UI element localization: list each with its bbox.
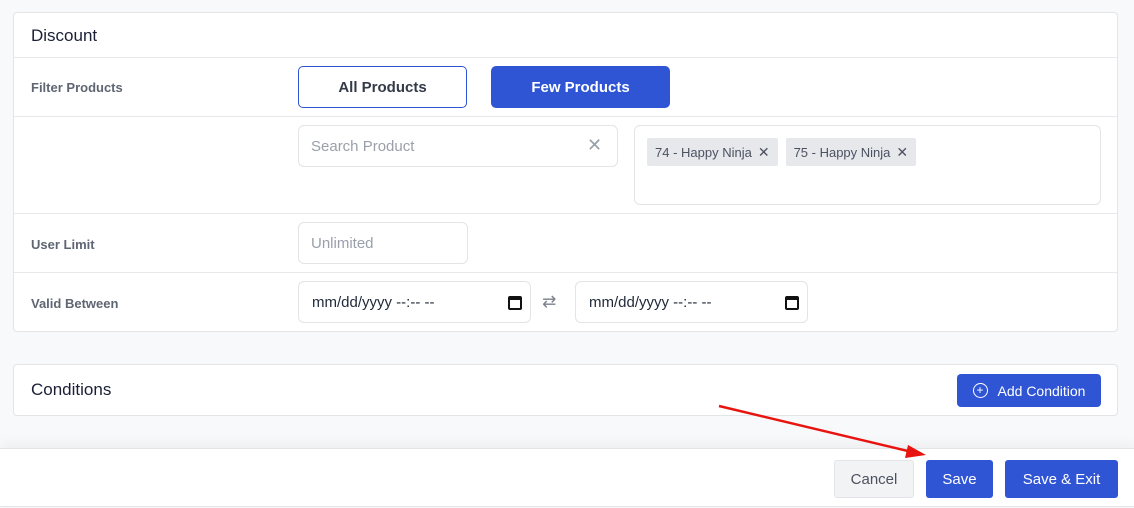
save-exit-button[interactable]: Save & Exit [1005, 460, 1118, 498]
valid-from-placeholder: mm/dd/yyyy --:-- -- [312, 293, 435, 311]
product-search-row: Search Product ✕ 74 - Happy Ninja ✕ 75 -… [14, 117, 1117, 214]
valid-from-input[interactable]: mm/dd/yyyy --:-- -- [298, 281, 531, 323]
conditions-title: Conditions [31, 380, 112, 399]
few-products-button[interactable]: Few Products [491, 66, 670, 108]
product-tag-label: 75 - Happy Ninja [793, 144, 891, 160]
selected-products-box[interactable]: 74 - Happy Ninja ✕ 75 - Happy Ninja ✕ [634, 125, 1101, 205]
add-condition-label: Add Condition [997, 382, 1086, 399]
user-limit-placeholder: Unlimited [311, 234, 374, 252]
discount-header: Discount [14, 13, 1117, 58]
user-limit-input[interactable]: Unlimited [298, 222, 468, 264]
discount-card: Discount Filter Products All Products Fe… [13, 12, 1118, 332]
user-limit-row: User Limit Unlimited [14, 214, 1117, 273]
close-icon[interactable]: ✕ [896, 144, 908, 161]
all-products-button[interactable]: All Products [298, 66, 467, 108]
product-tag-label: 74 - Happy Ninja [655, 144, 752, 160]
close-icon[interactable]: ✕ [587, 136, 603, 154]
valid-between-row: Valid Between mm/dd/yyyy --:-- -- ⇄ mm/d… [14, 273, 1117, 331]
cancel-button[interactable]: Cancel [834, 460, 914, 498]
filter-products-label: Filter Products [31, 80, 123, 95]
conditions-card: Conditions + Add Condition [13, 364, 1118, 416]
calendar-icon[interactable] [508, 296, 522, 310]
search-product-input[interactable]: Search Product ✕ [298, 125, 618, 167]
save-button[interactable]: Save [926, 460, 993, 498]
valid-between-label: Valid Between [31, 296, 119, 311]
close-icon[interactable]: ✕ [758, 144, 770, 161]
user-limit-label: User Limit [31, 237, 95, 252]
calendar-icon[interactable] [785, 296, 799, 310]
plus-circle-icon: + [972, 383, 988, 398]
valid-to-placeholder: mm/dd/yyyy --:-- -- [589, 293, 712, 311]
discount-title: Discount [31, 26, 98, 45]
product-tag: 74 - Happy Ninja ✕ [647, 138, 778, 166]
product-tag: 75 - Happy Ninja ✕ [785, 138, 917, 166]
swap-arrows-icon: ⇄ [542, 292, 557, 311]
filter-products-row: Filter Products All Products Few Product… [14, 58, 1117, 117]
valid-to-input[interactable]: mm/dd/yyyy --:-- -- [575, 281, 808, 323]
add-condition-button[interactable]: + Add Condition [957, 374, 1101, 407]
footer-bar: Cancel Save Save & Exit [0, 448, 1134, 507]
search-product-placeholder: Search Product [311, 137, 415, 155]
